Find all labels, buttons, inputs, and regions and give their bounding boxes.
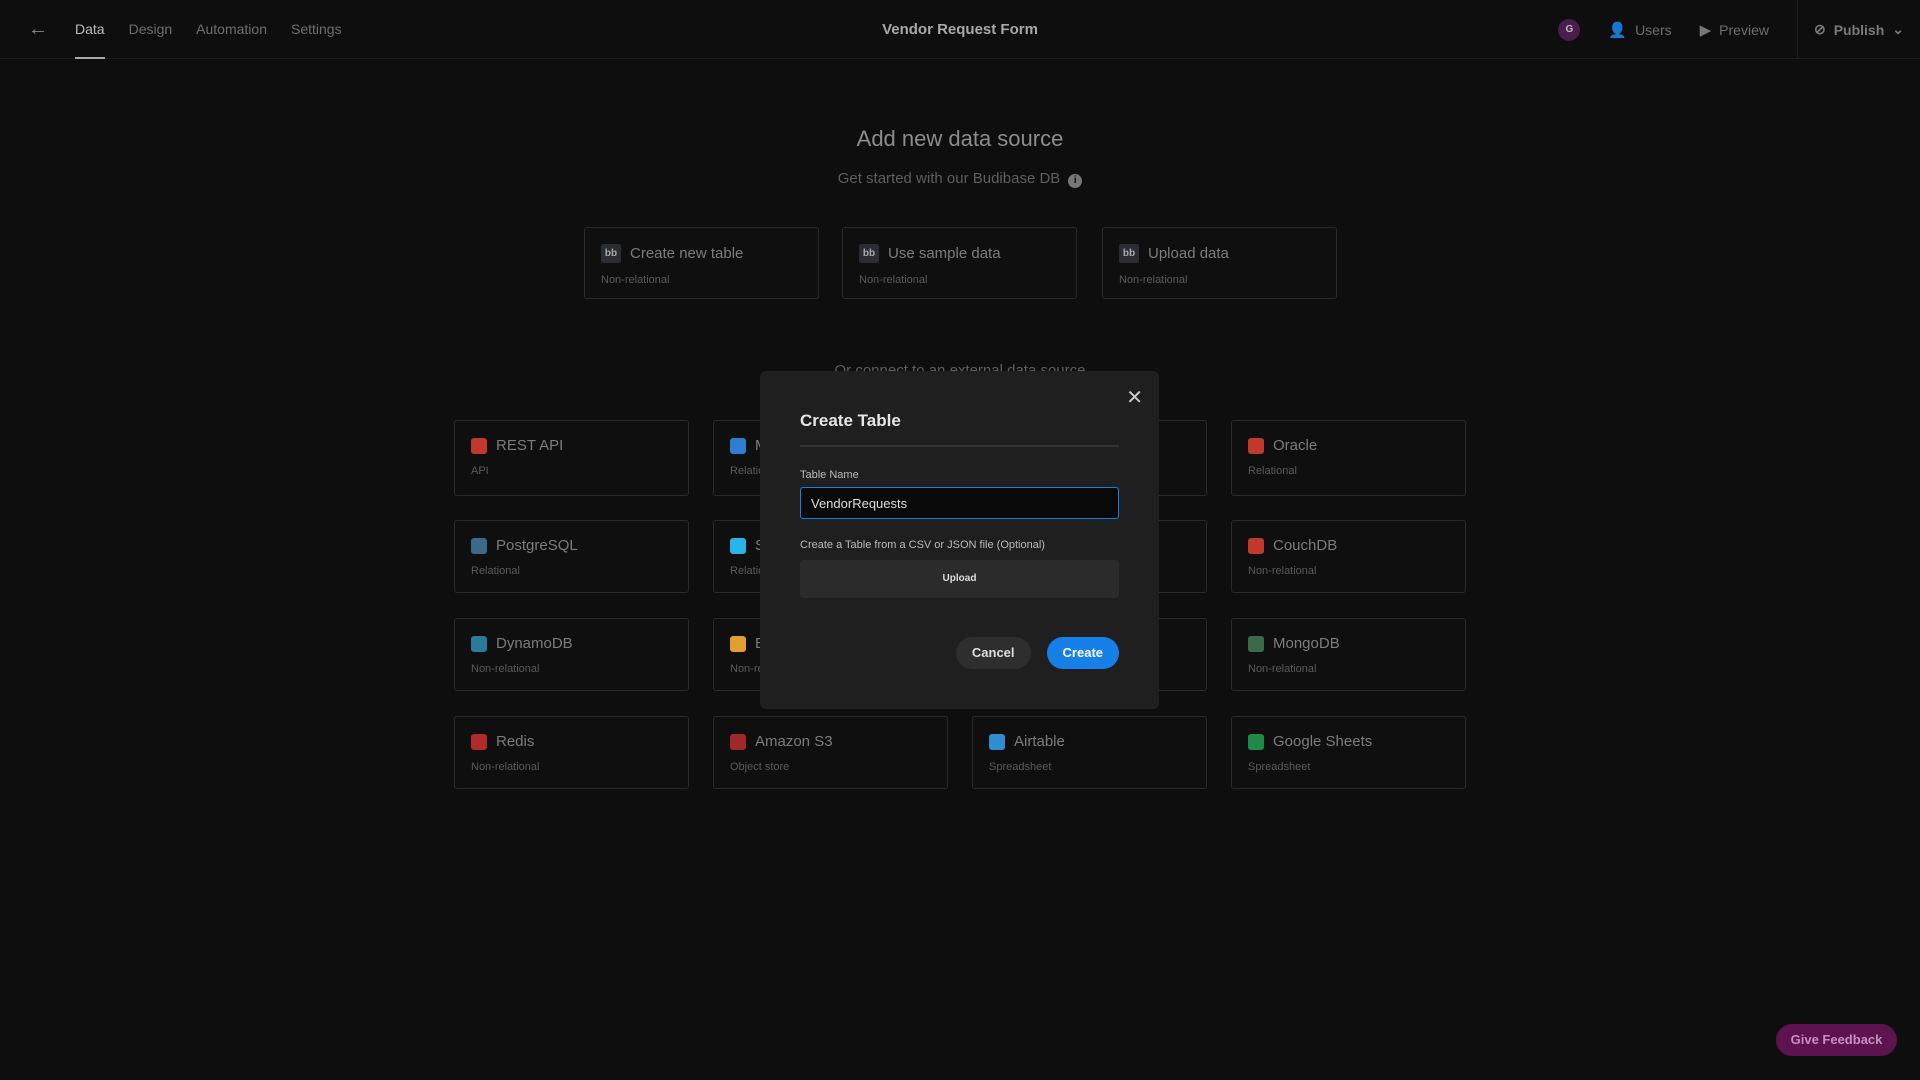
- datasource-card[interactable]: PostgreSQL Relational: [454, 520, 689, 593]
- card-title: Redis: [496, 733, 535, 750]
- card-title: CouchDB: [1273, 537, 1338, 554]
- datasource-logo-icon: [730, 733, 746, 750]
- globe-off-icon: ⊘: [1813, 21, 1826, 37]
- datasource-logo-icon: [471, 537, 487, 554]
- datasource-logo-icon: [730, 437, 746, 454]
- card-subtitle: Spreadsheet: [1248, 761, 1311, 773]
- datasource-logo-icon: [730, 537, 746, 554]
- table-name-input[interactable]: [800, 487, 1119, 519]
- page-title: Add new data source: [856, 126, 1064, 151]
- upload-button[interactable]: Upload: [800, 560, 1119, 598]
- card-title: Airtable: [1014, 733, 1065, 750]
- datasource-card[interactable]: Oracle Relational: [1231, 420, 1466, 496]
- publish-button[interactable]: ⊘ Publish ⌄: [1796, 0, 1920, 59]
- internal-source-card[interactable]: bb Create new table Non-relational: [584, 227, 819, 299]
- nav-tabs: Data Design Automation Settings: [75, 0, 342, 59]
- users-label: Users: [1635, 21, 1672, 38]
- subtitle-text: Get started with our Budibase DB: [837, 170, 1061, 187]
- card-subtitle: Object store: [730, 761, 790, 773]
- create-table-modal: ✕ Create Table Table Name Create a Table…: [760, 371, 1159, 709]
- budibase-logo-icon: bb: [1119, 244, 1139, 263]
- card-title: Google Sheets: [1273, 733, 1373, 750]
- top-nav: ← Data Design Automation Settings Vendor…: [0, 0, 1920, 59]
- datasource-card[interactable]: Amazon S3 Object store: [713, 716, 948, 789]
- preview-label: Preview: [1719, 21, 1769, 38]
- datasource-card[interactable]: REST API API: [454, 420, 689, 496]
- tab-data[interactable]: Data: [75, 0, 105, 59]
- card-subtitle: Relational: [471, 565, 520, 577]
- publish-label: Publish: [1833, 21, 1885, 38]
- table-name-label: Table Name: [800, 469, 859, 481]
- datasource-card[interactable]: DynamoDB Non-relational: [454, 618, 689, 691]
- cancel-button[interactable]: Cancel: [955, 637, 1031, 669]
- budibase-logo-icon: bb: [859, 244, 879, 263]
- datasource-logo-icon: [471, 437, 487, 454]
- datasource-logo-icon: [471, 733, 487, 750]
- datasource-card[interactable]: MongoDB Non-relational: [1231, 618, 1466, 691]
- file-label: Create a Table from a CSV or JSON file (…: [800, 539, 1045, 551]
- datasource-logo-icon: [1248, 733, 1264, 750]
- card-subtitle: Non-relational: [471, 663, 540, 675]
- card-title: Upload data: [1148, 245, 1229, 262]
- preview-button[interactable]: ▶ Preview: [1700, 21, 1769, 39]
- card-subtitle: Non-relational: [1248, 663, 1317, 675]
- info-icon[interactable]: i: [1068, 174, 1083, 188]
- card-subtitle: Non-relational: [1119, 274, 1188, 286]
- datasource-card[interactable]: CouchDB Non-relational: [1231, 520, 1466, 593]
- tab-automation[interactable]: Automation: [196, 0, 267, 59]
- users-button[interactable]: 👤 Users: [1608, 21, 1671, 39]
- datasource-card[interactable]: Google Sheets Spreadsheet: [1231, 716, 1466, 789]
- tab-settings[interactable]: Settings: [291, 0, 342, 59]
- create-button[interactable]: Create: [1046, 637, 1119, 669]
- play-icon: ▶: [1699, 21, 1712, 39]
- card-title: DynamoDB: [496, 635, 573, 652]
- close-icon[interactable]: ✕: [1126, 385, 1143, 410]
- datasource-logo-icon: [1248, 537, 1264, 554]
- card-subtitle: Spreadsheet: [989, 761, 1052, 773]
- card-title: Use sample data: [888, 245, 1001, 262]
- card-subtitle: Non-relational: [471, 761, 540, 773]
- give-feedback-button[interactable]: Give Feedback: [1776, 1024, 1897, 1056]
- card-subtitle: Non-relational: [1248, 565, 1317, 577]
- card-title: Create new table: [630, 245, 744, 262]
- card-subtitle: API: [471, 465, 489, 477]
- card-title: MongoDB: [1273, 635, 1340, 652]
- internal-source-card[interactable]: bb Upload data Non-relational: [1102, 227, 1337, 299]
- card-title: Oracle: [1273, 437, 1318, 454]
- budibase-logo-icon: bb: [601, 244, 621, 263]
- avatar[interactable]: G: [1558, 18, 1581, 41]
- datasource-card[interactable]: Airtable Spreadsheet: [972, 716, 1207, 789]
- datasource-logo-icon: [471, 635, 487, 652]
- modal-title: Create Table: [800, 411, 1119, 447]
- datasource-card[interactable]: Redis Non-relational: [454, 716, 689, 789]
- back-arrow-icon[interactable]: ←: [28, 18, 50, 40]
- card-subtitle: Relational: [1248, 465, 1297, 477]
- tab-design[interactable]: Design: [129, 0, 173, 59]
- page-subtitle: Get started with our Budibase DB i: [0, 170, 1920, 188]
- datasource-logo-icon: [1248, 437, 1264, 454]
- card-subtitle: Non-relational: [859, 274, 928, 286]
- datasource-logo-icon: [1248, 635, 1264, 652]
- internal-source-card[interactable]: bb Use sample data Non-relational: [842, 227, 1077, 299]
- card-subtitle: Non-relational: [601, 274, 670, 286]
- chevron-down-icon[interactable]: ⌄: [1892, 21, 1904, 38]
- card-title: PostgreSQL: [496, 537, 578, 554]
- card-title: Amazon S3: [755, 733, 833, 750]
- card-title: REST API: [496, 437, 564, 454]
- datasource-logo-icon: [730, 635, 746, 652]
- datasource-logo-icon: [989, 733, 1005, 750]
- users-icon: 👤: [1608, 21, 1628, 39]
